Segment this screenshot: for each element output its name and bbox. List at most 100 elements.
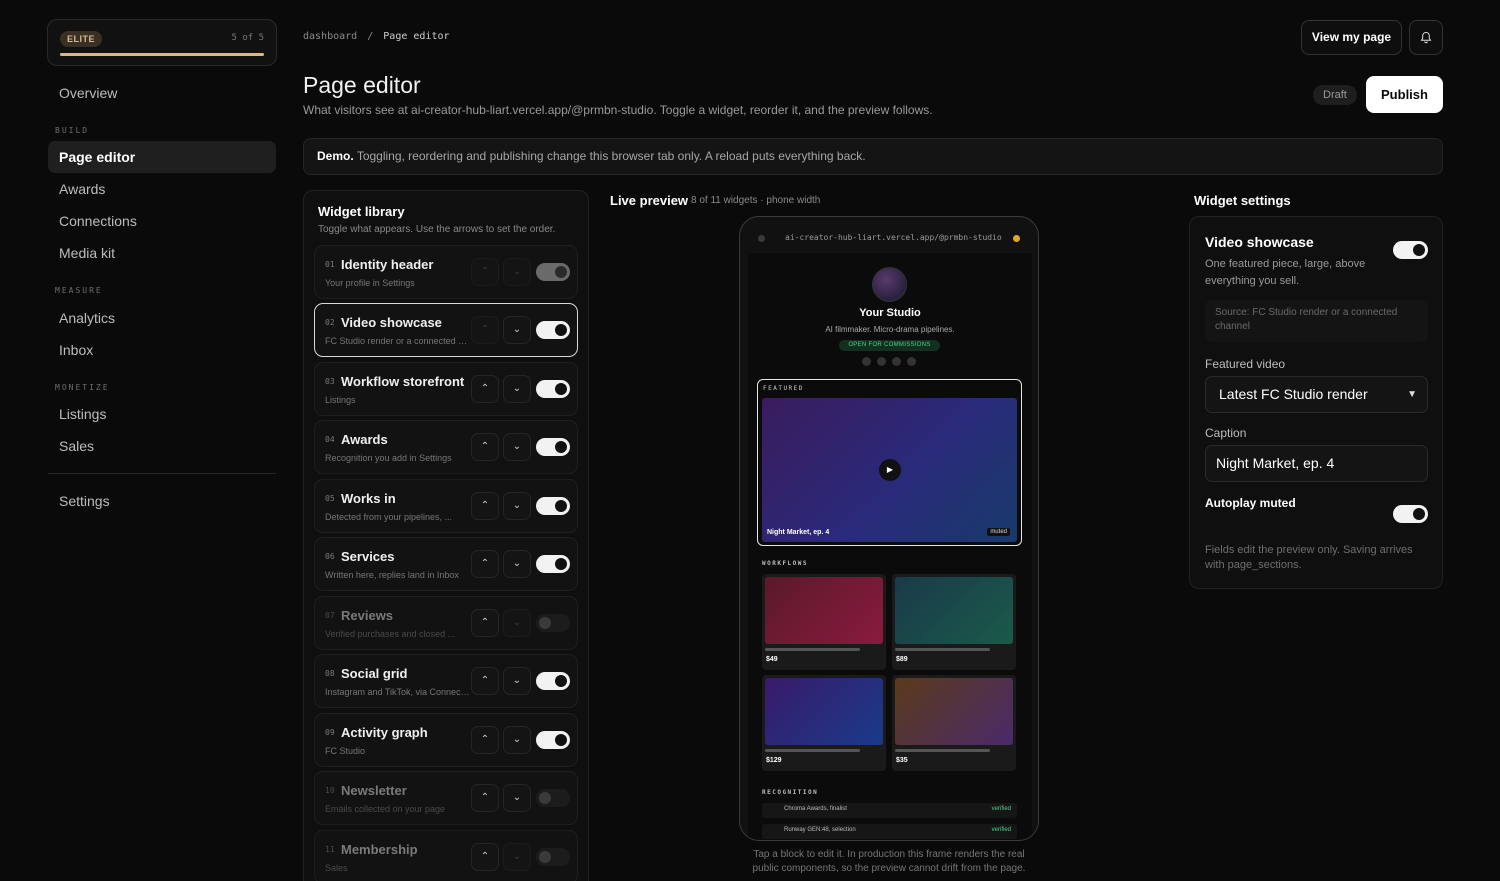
widget-row[interactable]: 07 Reviews Verified purchases and closed .… <box>314 596 578 650</box>
widget-toggle[interactable] <box>536 263 570 281</box>
widget-toggle[interactable] <box>536 789 570 807</box>
sidebar-item-page-editor[interactable]: Page editor <box>48 141 276 173</box>
widget-row[interactable]: 11 Membership Sales ⌃ ⌄ <box>314 830 578 881</box>
workflow-thumbnail <box>765 678 883 745</box>
widget-row[interactable]: 05 Works in Detected from your pipelines, … <box>314 479 578 533</box>
workflow-card[interactable]: $129 <box>762 675 886 771</box>
widget-toggle[interactable] <box>536 380 570 398</box>
sidebar-item-sales[interactable]: Sales <box>48 430 276 462</box>
sidebar-item-analytics[interactable]: Analytics <box>48 302 276 334</box>
chevron-down-icon: ⌄ <box>512 266 522 277</box>
move-up-button[interactable]: ⌃ <box>471 316 499 344</box>
sidebar-item-settings[interactable]: Settings <box>48 485 276 517</box>
widget-toggle[interactable] <box>536 555 570 573</box>
widget-toggle[interactable] <box>536 614 570 632</box>
widget-number: 09 <box>325 728 335 737</box>
widget-toggle[interactable] <box>536 497 570 515</box>
chevron-down-icon: ⌄ <box>512 617 522 628</box>
widget-desc: Listings <box>325 395 356 405</box>
live-preview-note: Tap a block to edit it. In production th… <box>752 849 1026 874</box>
workflow-card[interactable]: $49 <box>762 574 886 670</box>
chevron-down-icon: ▼ <box>1407 389 1417 400</box>
move-down-button[interactable]: ⌄ <box>503 258 531 286</box>
demo-notice-lead: Demo. <box>317 149 354 163</box>
move-up-button[interactable]: ⌃ <box>471 550 499 578</box>
widget-toggle[interactable] <box>536 672 570 690</box>
sidebar-item-connections[interactable]: Connections <box>48 205 276 237</box>
widget-number: 06 <box>325 552 335 561</box>
chevron-up-icon: ⌃ <box>480 734 490 745</box>
notifications-button[interactable] <box>1409 20 1443 55</box>
move-down-button[interactable]: ⌄ <box>503 433 531 461</box>
move-down-button[interactable]: ⌄ <box>503 375 531 403</box>
move-down-button[interactable]: ⌄ <box>503 726 531 754</box>
featured-video-block[interactable]: FEATURED ▶ Night Market, ep. 4 muted <box>757 379 1022 546</box>
widget-row[interactable]: 09 Activity graph FC Studio ⌃ ⌄ <box>314 713 578 767</box>
nav-section-build: BUILD <box>55 126 90 135</box>
move-up-button[interactable]: ⌃ <box>471 258 499 286</box>
widget-toggle[interactable] <box>536 848 570 866</box>
autoplay-toggle[interactable] <box>1393 505 1428 523</box>
tier-count: 5 of 5 <box>231 33 264 43</box>
widget-name: Workflow storefront <box>341 374 465 389</box>
move-down-button[interactable]: ⌄ <box>503 609 531 637</box>
recognition-row: Chroma Awards, finalist verified <box>762 803 1017 818</box>
move-down-button[interactable]: ⌄ <box>503 843 531 871</box>
widget-row[interactable]: 04 Awards Recognition you add in Settings ⌃… <box>314 420 578 474</box>
widget-desc: Sales <box>325 863 348 873</box>
caption-input[interactable]: Night Market, ep. 4 <box>1205 445 1428 482</box>
widget-row[interactable]: 08 Social grid Instagram and TikTok, via C… <box>314 654 578 708</box>
chevron-down-icon: ⌄ <box>512 675 522 686</box>
social-icon[interactable] <box>907 357 916 366</box>
move-down-button[interactable]: ⌄ <box>503 550 531 578</box>
workflow-card[interactable]: $35 <box>892 675 1016 771</box>
widget-row[interactable]: 06 Services Written here, replies land in … <box>314 537 578 591</box>
widget-row[interactable]: 01 Identity header Your profile in Setting… <box>314 245 578 299</box>
move-down-button[interactable]: ⌄ <box>503 667 531 695</box>
social-icon[interactable] <box>892 357 901 366</box>
page-title: Page editor <box>303 72 421 98</box>
widget-desc: Written here, replies land in Inbox <box>325 570 459 580</box>
social-icon[interactable] <box>877 357 886 366</box>
move-up-button[interactable]: ⌃ <box>471 492 499 520</box>
widget-toggle[interactable] <box>536 438 570 456</box>
move-up-button[interactable]: ⌃ <box>471 433 499 461</box>
widget-row[interactable]: 02 Video showcase FC Studio render or a co… <box>314 303 578 357</box>
widget-settings-card: Video showcase One featured piece, large… <box>1189 216 1443 589</box>
widget-row[interactable]: 10 Newsletter Emails collected on your pag… <box>314 771 578 825</box>
widget-row[interactable]: 03 Workflow storefront Listings ⌃ ⌄ <box>314 362 578 416</box>
play-icon[interactable]: ▶ <box>879 459 901 481</box>
move-up-button[interactable]: ⌃ <box>471 726 499 754</box>
featured-video-select[interactable]: Latest FC Studio render ▼ <box>1205 376 1428 413</box>
move-up-button[interactable]: ⌃ <box>471 375 499 403</box>
move-up-button[interactable]: ⌃ <box>471 843 499 871</box>
move-up-button[interactable]: ⌃ <box>471 609 499 637</box>
sidebar-item-inbox[interactable]: Inbox <box>48 334 276 366</box>
move-down-button[interactable]: ⌄ <box>503 784 531 812</box>
move-down-button[interactable]: ⌄ <box>503 316 531 344</box>
widget-number: 05 <box>325 494 335 503</box>
sidebar-item-listings[interactable]: Listings <box>48 398 276 430</box>
avatar[interactable] <box>872 267 907 302</box>
chevron-down-icon: ⌄ <box>512 383 522 394</box>
breadcrumb-root[interactable]: dashboard <box>303 31 357 42</box>
widget-toggle[interactable] <box>536 731 570 749</box>
sidebar-item-awards[interactable]: Awards <box>48 173 276 205</box>
publish-button[interactable]: Publish <box>1366 76 1443 113</box>
move-up-button[interactable]: ⌃ <box>471 667 499 695</box>
widget-visibility-toggle[interactable] <box>1393 241 1428 259</box>
sidebar-item-media-kit[interactable]: Media kit <box>48 237 276 269</box>
move-down-button[interactable]: ⌄ <box>503 492 531 520</box>
move-up-button[interactable]: ⌃ <box>471 784 499 812</box>
sidebar-item-overview[interactable]: Overview <box>48 77 276 109</box>
chevron-up-icon: ⌃ <box>480 792 490 803</box>
social-icon[interactable] <box>862 357 871 366</box>
widget-number: 10 <box>325 786 335 795</box>
recognition-label: RECOGNITION <box>762 789 819 796</box>
workflow-card[interactable]: $89 <box>892 574 1016 670</box>
view-my-page-button[interactable]: View my page <box>1301 20 1402 55</box>
featured-video[interactable]: ▶ Night Market, ep. 4 muted <box>762 398 1017 542</box>
workflow-price: $129 <box>766 757 782 764</box>
settings-footer-note: Fields edit the preview only. Saving arr… <box>1205 544 1413 571</box>
widget-toggle[interactable] <box>536 321 570 339</box>
